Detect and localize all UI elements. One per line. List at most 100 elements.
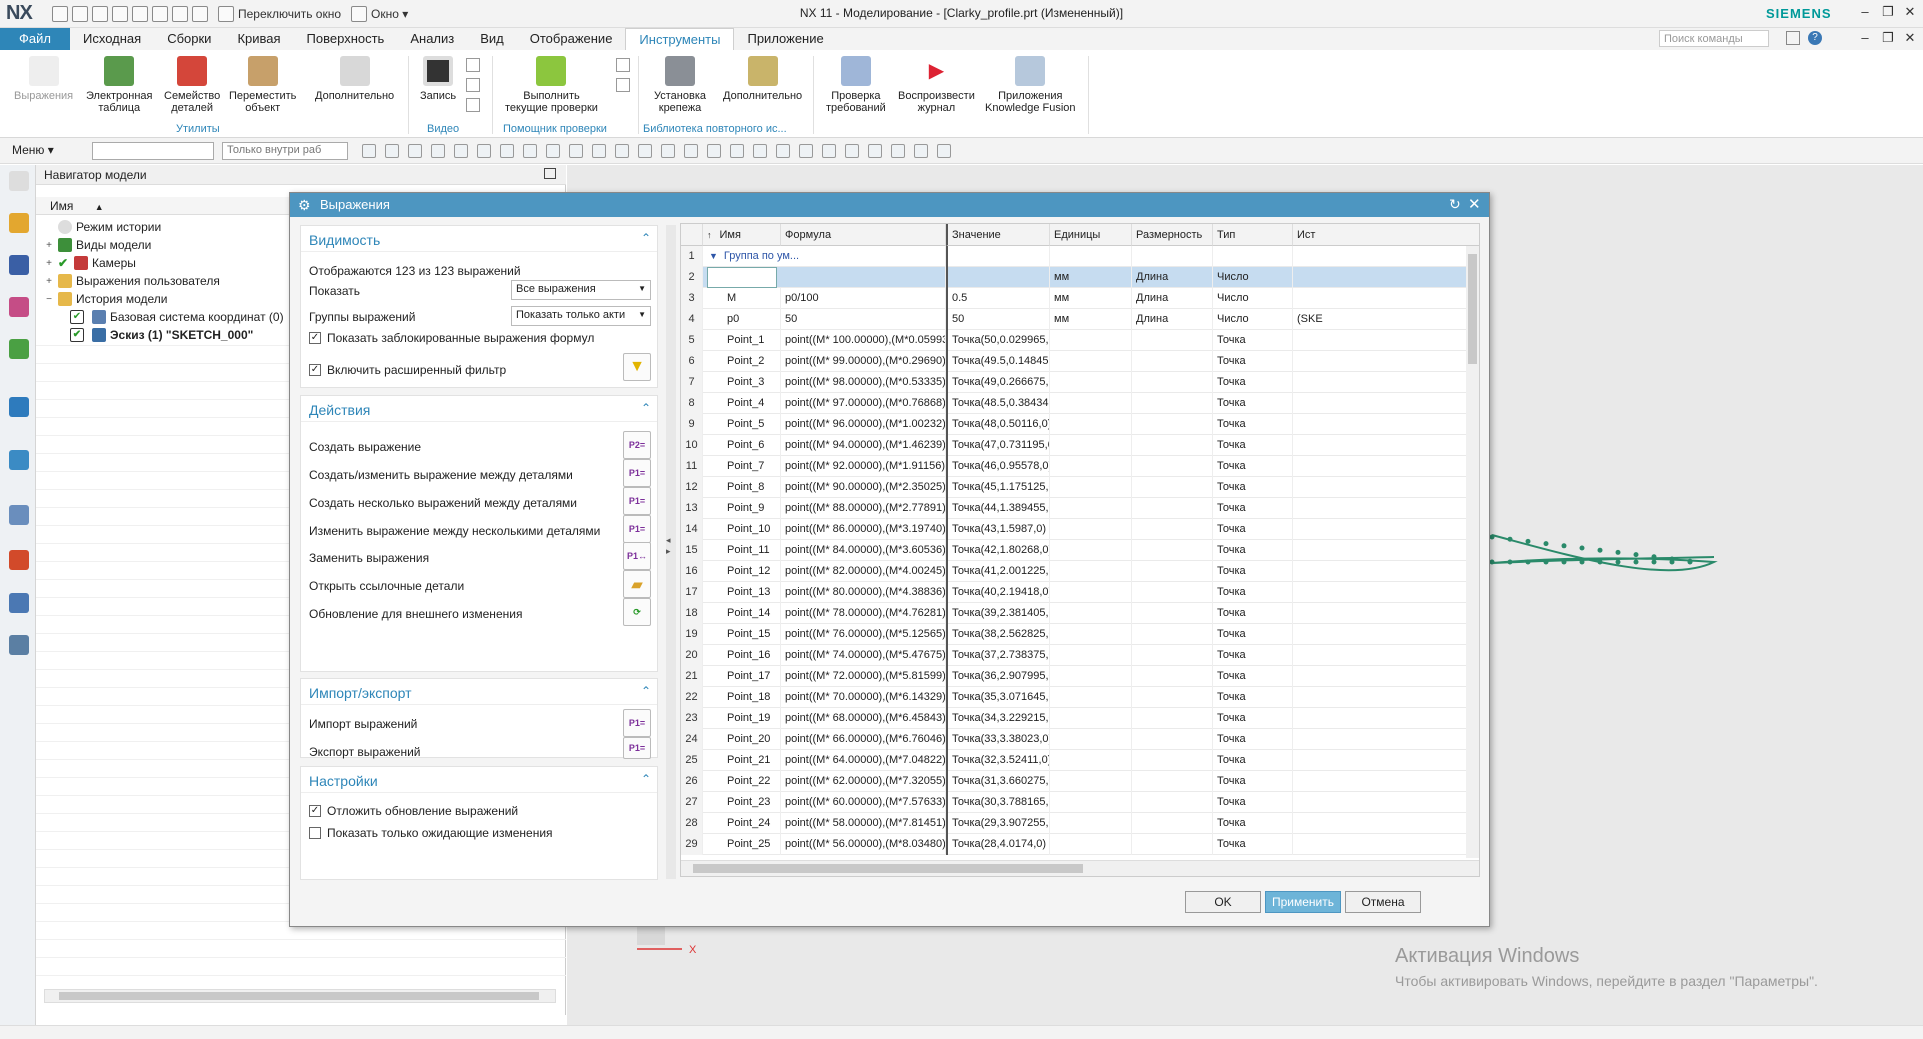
collapse-icon[interactable]: ⌃ bbox=[641, 231, 651, 245]
type-cell[interactable]: Точка bbox=[1213, 435, 1293, 456]
collapse-icon[interactable]: ⌃ bbox=[641, 401, 651, 415]
reset-icon[interactable]: ↻ bbox=[1449, 196, 1461, 213]
name-cell[interactable]: ▼ Группа по ум... bbox=[703, 246, 946, 267]
units-cell[interactable] bbox=[1050, 246, 1132, 267]
units-cell[interactable] bbox=[1050, 834, 1132, 855]
source-cell[interactable] bbox=[1293, 603, 1479, 624]
units-cell[interactable] bbox=[1050, 771, 1132, 792]
table-row[interactable]: 8 Point_4 point((M* 97.00000),(M*0.76868),… bbox=[681, 393, 1479, 414]
table-vscrollbar[interactable] bbox=[1466, 246, 1479, 858]
tab-assemblies[interactable]: Сборки bbox=[154, 28, 224, 50]
sketch-point[interactable] bbox=[1489, 559, 1495, 565]
record-command[interactable]: Запись bbox=[420, 56, 456, 102]
dimension-cell[interactable] bbox=[1132, 666, 1213, 687]
action-open-referenced-parts[interactable]: Открыть ссылочные детали bbox=[309, 579, 464, 593]
name-cell[interactable]: Point_1 bbox=[703, 330, 781, 351]
source-cell[interactable] bbox=[1293, 393, 1479, 414]
visibility-header[interactable]: Видимость ⌃ bbox=[301, 226, 657, 252]
type-cell[interactable]: Точка bbox=[1213, 498, 1293, 519]
doc-minimize-icon[interactable]: – bbox=[1855, 30, 1875, 48]
dimension-cell[interactable] bbox=[1132, 456, 1213, 477]
name-cell[interactable]: Point_11 bbox=[703, 540, 781, 561]
close-icon[interactable]: ✕ bbox=[1900, 4, 1920, 22]
value-cell[interactable]: Точка(45,1.175125,0) bbox=[946, 477, 1050, 498]
units-cell[interactable] bbox=[1050, 477, 1132, 498]
clock-icon[interactable] bbox=[9, 505, 29, 525]
sketch-point[interactable] bbox=[1543, 541, 1549, 547]
formula-cell[interactable]: point((M* 86.00000),(M*3.19740),0) bbox=[781, 519, 946, 540]
groups-select[interactable]: Показать только акти ▼ bbox=[511, 306, 651, 326]
units-cell[interactable]: мм bbox=[1050, 288, 1132, 309]
units-cell[interactable] bbox=[1050, 561, 1132, 582]
sketch-point[interactable] bbox=[1651, 554, 1657, 560]
type-cell[interactable]: Точка bbox=[1213, 414, 1293, 435]
dimension-cell[interactable] bbox=[1132, 540, 1213, 561]
line-icon[interactable] bbox=[569, 144, 583, 158]
source-cell[interactable] bbox=[1293, 267, 1479, 288]
col-formula-header[interactable]: Формула bbox=[781, 224, 946, 246]
action-update-external[interactable]: Обновление для внешнего изменения bbox=[309, 607, 522, 621]
value-cell[interactable]: Точка(29,3.907255,0) bbox=[946, 813, 1050, 834]
tree-item-user-expressions[interactable]: + Выражения пользователя bbox=[44, 272, 220, 290]
type-cell[interactable]: Точка bbox=[1213, 624, 1293, 645]
value-cell[interactable]: Точка(38,2.562825,0) bbox=[946, 624, 1050, 645]
update-icon[interactable]: ⟳ bbox=[623, 598, 651, 626]
formula-cell[interactable]: point((M* 90.00000),(M*2.35025),0) bbox=[781, 477, 946, 498]
spline-icon[interactable] bbox=[638, 144, 652, 158]
source-cell[interactable] bbox=[1293, 435, 1479, 456]
value-cell[interactable]: Точка(31,3.660275,0) bbox=[946, 771, 1050, 792]
table-row[interactable]: 11 Point_7 point((M* 92.00000),(M*1.91156)… bbox=[681, 456, 1479, 477]
formula-cell[interactable]: point((M* 70.00000),(M*6.14329),0) bbox=[781, 687, 946, 708]
source-cell[interactable] bbox=[1293, 372, 1479, 393]
sketch-point[interactable] bbox=[1507, 536, 1513, 542]
units-cell[interactable] bbox=[1050, 393, 1132, 414]
units-cell[interactable] bbox=[1050, 372, 1132, 393]
name-cell[interactable]: Point_21 bbox=[703, 750, 781, 771]
type-cell[interactable]: Точка bbox=[1213, 834, 1293, 855]
existing-point-icon[interactable] bbox=[730, 144, 744, 158]
name-cell[interactable]: Point_15 bbox=[703, 624, 781, 645]
pending-only-checkbox[interactable] bbox=[309, 827, 321, 839]
table-row[interactable]: 14 Point_10 point((M* 86.00000),(M*3.19740… bbox=[681, 519, 1479, 540]
source-cell[interactable] bbox=[1293, 498, 1479, 519]
type-cell[interactable]: Точка bbox=[1213, 708, 1293, 729]
tab-file[interactable]: Файл bbox=[0, 28, 70, 50]
formula-cell[interactable]: point((M* 78.00000),(M*4.76281),0) bbox=[781, 603, 946, 624]
solid-icon[interactable] bbox=[523, 144, 537, 158]
source-cell[interactable] bbox=[1293, 246, 1479, 267]
render-icon[interactable] bbox=[914, 144, 928, 158]
col-type-header[interactable]: Тип bbox=[1213, 224, 1293, 246]
dimension-cell[interactable] bbox=[1132, 813, 1213, 834]
quadrant-icon[interactable] bbox=[707, 144, 721, 158]
constraint-navigator-icon[interactable] bbox=[9, 297, 29, 317]
table-row[interactable]: 7 Point_3 point((M* 98.00000),(M*0.53335),… bbox=[681, 372, 1479, 393]
type-cell[interactable]: Число bbox=[1213, 309, 1293, 330]
source-cell[interactable] bbox=[1293, 729, 1479, 750]
table-row[interactable]: 20 Point_16 point((M* 74.00000),(M*5.47675… bbox=[681, 645, 1479, 666]
intersect-icon[interactable] bbox=[661, 144, 675, 158]
export-expressions[interactable]: Экспорт выражений bbox=[309, 745, 421, 759]
table-row[interactable]: 16 Point_12 point((M* 82.00000),(M*4.00245… bbox=[681, 561, 1479, 582]
value-cell[interactable]: Точка(28,4.0174,0) bbox=[946, 834, 1050, 855]
name-cell[interactable]: Point_16 bbox=[703, 645, 781, 666]
type-cell[interactable]: Точка bbox=[1213, 687, 1293, 708]
value-cell[interactable]: Точка(48,0.50116,0) bbox=[946, 414, 1050, 435]
units-cell[interactable] bbox=[1050, 813, 1132, 834]
sketch-point[interactable] bbox=[1543, 559, 1549, 565]
command-search-input[interactable]: Поиск команды bbox=[1659, 30, 1769, 47]
doc-restore-icon[interactable]: ❐ bbox=[1878, 30, 1898, 48]
name-cell[interactable]: M bbox=[703, 288, 781, 309]
name-cell[interactable]: Point_25 bbox=[703, 834, 781, 855]
close-icon[interactable]: ✕ bbox=[1468, 195, 1481, 213]
table-row[interactable]: 12 Point_8 point((M* 90.00000),(M*2.35025)… bbox=[681, 477, 1479, 498]
tab-view[interactable]: Вид bbox=[467, 28, 517, 50]
value-cell[interactable]: Точка(44,1.389455,0) bbox=[946, 498, 1050, 519]
table-row[interactable]: 13 Point_9 point((M* 88.00000),(M*2.77891)… bbox=[681, 498, 1479, 519]
value-cell[interactable]: Точка(43,1.5987,0) bbox=[946, 519, 1050, 540]
check-settings-icon[interactable] bbox=[616, 58, 630, 72]
col-name-header[interactable]: ↑ Имя bbox=[703, 224, 781, 246]
formula-cell[interactable]: point((M* 74.00000),(M*5.47675),0) bbox=[781, 645, 946, 666]
value-cell[interactable]: Точка(40,2.19418,0) bbox=[946, 582, 1050, 603]
name-cell[interactable]: Point_5 bbox=[703, 414, 781, 435]
source-cell[interactable] bbox=[1293, 582, 1479, 603]
